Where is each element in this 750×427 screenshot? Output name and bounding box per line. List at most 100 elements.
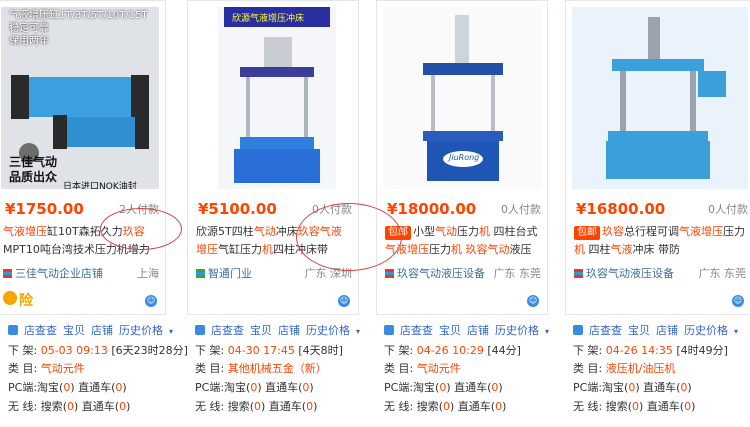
image-text-top3: 保用两年 [9, 36, 49, 47]
category-value[interactable]: 气动元件 [41, 362, 85, 375]
image-label: JiuRong [449, 153, 480, 162]
tool-link-0[interactable]: 店查查 [211, 324, 244, 337]
product-card-3[interactable]: JiuRong ¥18000.00 0人付款 包邮 小型气动压力机 四柱台式气液增… [376, 0, 548, 315]
product-image-4[interactable] [572, 7, 748, 189]
tool-link-3[interactable]: 历史价格 [119, 324, 163, 337]
product-title-4[interactable]: 包邮 玖容总行程可调气液增压压力机 四柱气液冲床 带防 [574, 223, 746, 259]
title-segment: 玖容 [465, 243, 488, 256]
category-label: 类 目: [195, 362, 225, 375]
shop-link-2[interactable]: 智通门业 广东 深圳 [196, 265, 352, 281]
w-search-count: 0 [443, 400, 450, 413]
title-segment: 冲床 带防 [632, 243, 681, 256]
tool-link-2[interactable]: 店铺 [91, 324, 113, 337]
title-segment: 压 [712, 225, 723, 238]
pc-through: ) 直通车( [446, 381, 492, 394]
wireless-label: 无 线: [384, 400, 414, 413]
title-segment: MPT10吨台湾技术压力机增力 [3, 243, 150, 256]
caret-down-icon[interactable]: ▾ [169, 327, 173, 336]
tool-link-3[interactable]: 历史价格 [495, 324, 539, 337]
pc-through: ) 直通车( [70, 381, 116, 394]
tool-link-1[interactable]: 宝贝 [628, 324, 650, 337]
title-segment: 气动 [487, 243, 510, 256]
category-value[interactable]: 气动元件 [417, 362, 461, 375]
product-image-3[interactable]: JiuRong [383, 7, 541, 189]
coin-icon [3, 291, 17, 305]
paren: ) [309, 381, 314, 394]
shop-link-1[interactable]: 三佳气动企业店铺 上海 [3, 265, 159, 281]
product-card-4[interactable]: ¥16800.00 0人付款 包邮 玖容总行程可调气液增压压力机 四柱气液冲床 带… [565, 0, 750, 315]
paid-count: 0人付款 [312, 203, 352, 216]
shop-name: 玖容气动液压设备 [586, 267, 674, 280]
price: ¥1750.00 [5, 200, 84, 218]
chat-icon[interactable]: ☺ [732, 295, 744, 307]
caret-down-icon[interactable]: ▾ [356, 327, 360, 336]
chat-icon[interactable]: ☺ [145, 295, 157, 307]
tool-links: 店查查 宝贝 店铺 历史价格 ▾ [8, 322, 179, 338]
image-text-bottom: 日本进口NOK油封 [63, 182, 137, 189]
title-segment: 欣源5T四柱 [196, 225, 254, 238]
w-through: ) 直通车( [450, 400, 496, 413]
shop-link-3[interactable]: 玖容气动液压设备 广东 东莞 [385, 265, 541, 281]
tool-links: 店查查 宝贝 店铺 历史价格 ▾ [573, 322, 744, 338]
category-label: 类 目: [384, 362, 414, 375]
tool-link-2[interactable]: 店铺 [656, 324, 678, 337]
title-segment: 玖容 [297, 225, 320, 238]
tool-link-1[interactable]: 宝贝 [63, 324, 85, 337]
w-search-count: 0 [254, 400, 261, 413]
caret-down-icon[interactable]: ▾ [545, 327, 549, 336]
info-panel-4: 店查查 宝贝 店铺 历史价格 ▾ 下 架: 04-26 14:35 [4时49分] 类 目:… [565, 318, 750, 427]
paren: ) [691, 400, 696, 413]
pc-label: PC端: [384, 381, 414, 394]
title-segment: 气缸压力 [218, 243, 262, 256]
chat-icon[interactable]: ☺ [338, 295, 350, 307]
title-segment: 压力 [723, 225, 745, 238]
shelf-row: 下 架: 04-26 10:29 [44分] [384, 342, 521, 358]
free-shipping-tag: 包邮 [385, 226, 411, 240]
tool-link-2[interactable]: 店铺 [467, 324, 489, 337]
pc-row: PC端:淘宝(0) 直通车(0) [8, 379, 127, 395]
pc-row: PC端:淘宝(0) 直通车(0) [195, 379, 314, 395]
category-value[interactable]: 其他机械五金（新） [228, 362, 327, 375]
shop-name: 智通门业 [208, 267, 252, 280]
chat-icon[interactable]: ☺ [527, 295, 539, 307]
tool-link-1[interactable]: 宝贝 [250, 324, 272, 337]
title-segment: 气液增压 [385, 243, 429, 256]
shelf-remain: [6天23时28分] [111, 344, 188, 357]
title-segment: 四柱台式 [490, 225, 538, 238]
category-row: 类 目: 其他机械五金（新） [195, 360, 327, 376]
product-card-1[interactable]: 气液增压缸1T/3T/5T/10T/15T 稳定可靠 保用两年 三佳气动 品质出… [0, 0, 166, 315]
dianchacha-icon [573, 325, 583, 335]
product-image-1[interactable]: 气液增压缸1T/3T/5T/10T/15T 稳定可靠 保用两年 三佳气动 品质出… [1, 7, 159, 189]
category-value[interactable]: 液压机/油压机 [606, 362, 676, 375]
title-segment: 气动 [253, 225, 276, 238]
tool-link-1[interactable]: 宝贝 [439, 324, 461, 337]
title-segment: 气动 [435, 225, 457, 238]
product-image-2[interactable]: 欣源气液增压冲床 [218, 7, 336, 189]
shelf-label: 下 架: [573, 344, 603, 357]
product-title-2[interactable]: 欣源5T四柱气动冲床玖容气液增压气缸压力机四柱冲床带 [196, 223, 352, 259]
wireless-row: 无 线: 搜索(0) 直通车(0) [573, 398, 695, 414]
shop-link-4[interactable]: 玖容气动液压设备 广东 东莞 [574, 265, 746, 281]
product-title-1[interactable]: 气液增压缸10T森拓久力玖容 MPT10吨台湾技术压力机增力 [3, 223, 159, 259]
shop-name: 玖容气动液压设备 [397, 267, 485, 280]
title-segment: 气液 [610, 243, 633, 256]
paid-count: 2人付款 [119, 203, 159, 216]
tool-link-0[interactable]: 店查查 [24, 324, 57, 337]
insurance-badge: 险 [19, 293, 33, 309]
title-segment: 机 [451, 243, 462, 256]
tool-link-0[interactable]: 店查查 [400, 324, 433, 337]
tool-link-3[interactable]: 历史价格 [684, 324, 728, 337]
tool-link-2[interactable]: 店铺 [278, 324, 300, 337]
wireless-row: 无 线: 搜索(0) 直通车(0) [384, 398, 506, 414]
shelf-label: 下 架: [8, 344, 38, 357]
image-banner: 欣源气液增压冲床 [232, 14, 305, 24]
product-card-2[interactable]: 欣源气液增压冲床 ¥5100.00 0人付款 欣源5T四柱气动冲床玖容气液增压气… [187, 0, 359, 315]
shelf-row: 下 架: 04-30 17:45 [4天8时] [195, 342, 343, 358]
product-title-3[interactable]: 包邮小型气动压力机 四柱台式气液增压压力机 玖容气动液压设 [385, 223, 541, 259]
tool-link-3[interactable]: 历史价格 [306, 324, 350, 337]
w-search-count: 0 [632, 400, 639, 413]
caret-down-icon[interactable]: ▾ [734, 327, 738, 336]
shop-location: 广东 东莞 [491, 265, 541, 281]
tool-link-0[interactable]: 店查查 [589, 324, 622, 337]
info-panel-1: 店查查 宝贝 店铺 历史价格 ▾ 下 架: 05-03 09:13 [6天23时28分] 类… [0, 318, 188, 427]
